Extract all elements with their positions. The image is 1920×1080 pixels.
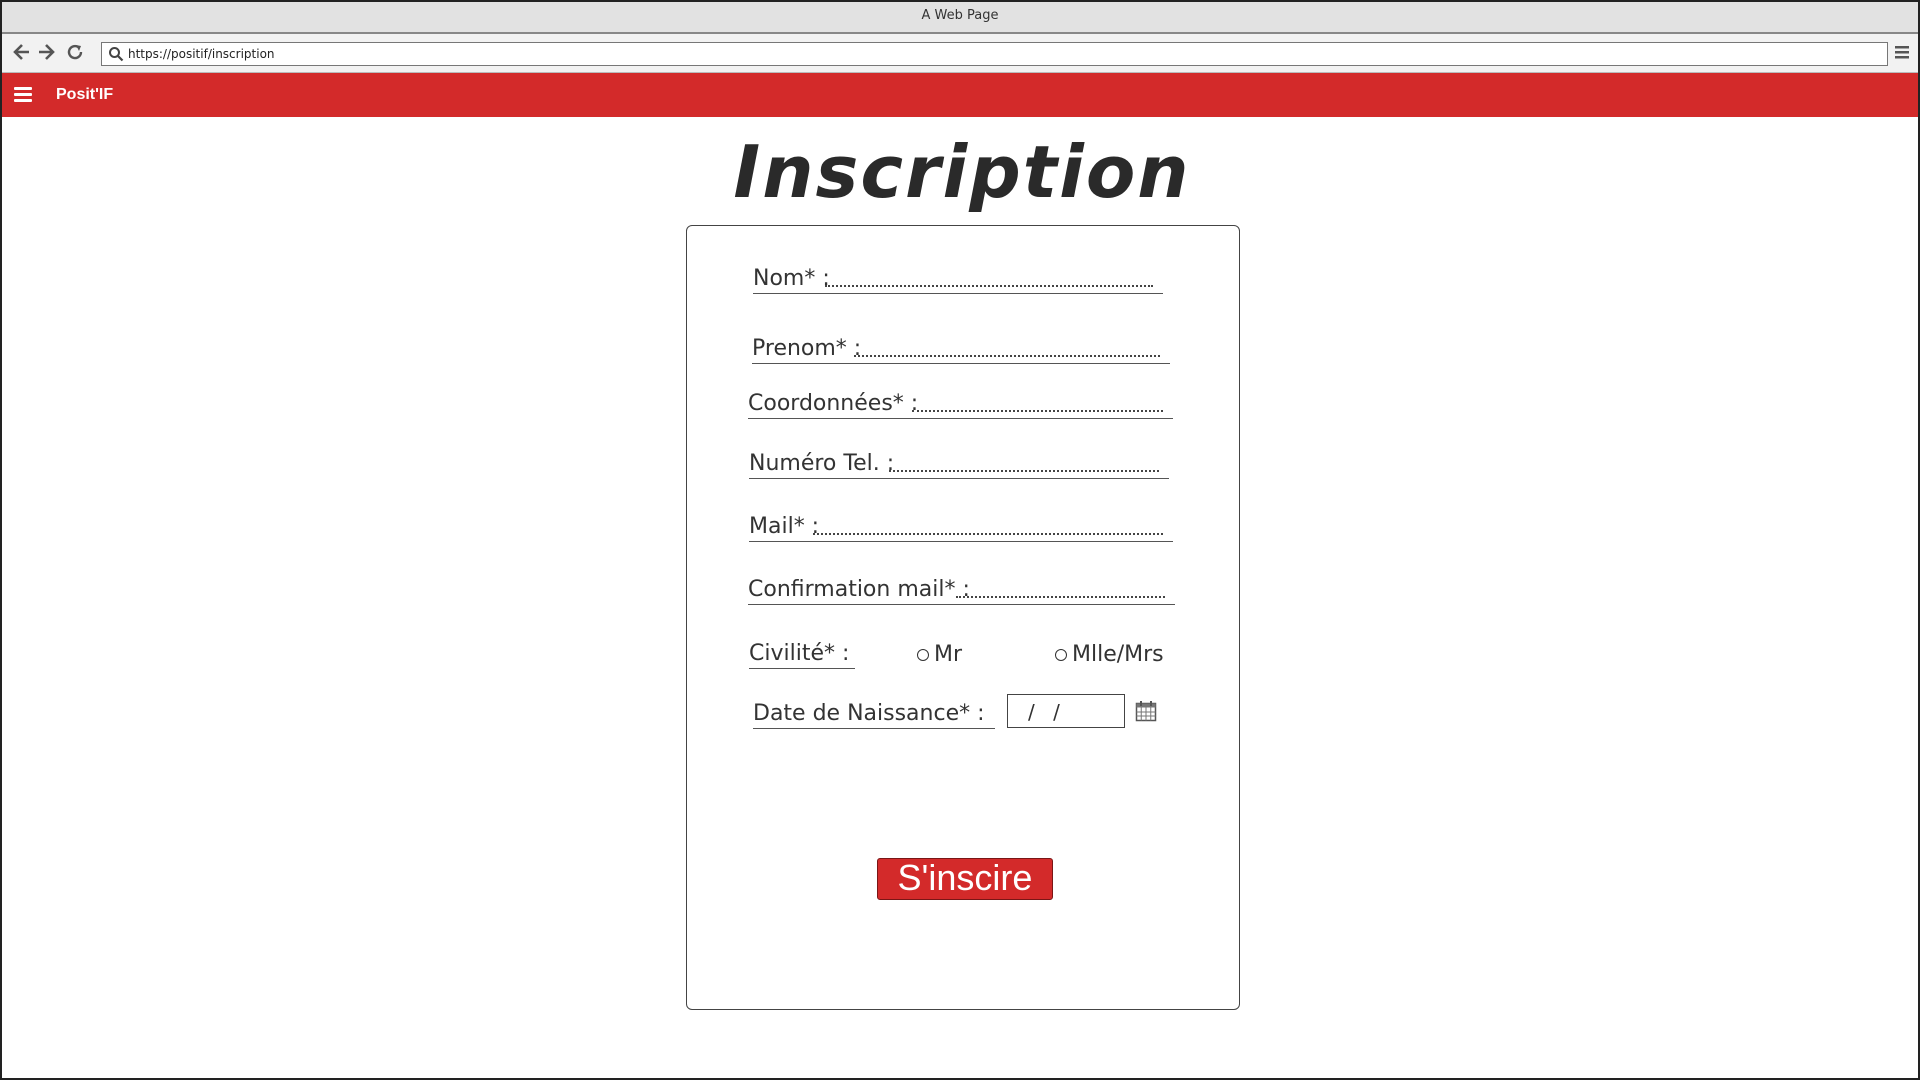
- prenom-label: Prenom* :: [752, 336, 862, 361]
- confirmation-mail-label: Confirmation mail* :: [748, 577, 970, 602]
- sinscrire-button[interactable]: S'inscire: [877, 858, 1053, 900]
- nom-field[interactable]: Nom* :: [753, 261, 1163, 294]
- telephone-field[interactable]: Numéro Tel. :: [749, 446, 1169, 479]
- window-title: A Web Page: [921, 8, 999, 23]
- brand-logo-text[interactable]: Posit'IF: [56, 73, 113, 117]
- birthdate-input[interactable]: / /: [1007, 694, 1125, 728]
- browser-toolbar: https://positif/inscription: [2, 34, 1918, 73]
- radio-mlle-mrs[interactable]: Mlle/Mrs: [1055, 642, 1164, 667]
- radio-circle-icon: [1055, 648, 1067, 661]
- confirmation-mail-field[interactable]: Confirmation mail* :: [748, 572, 1175, 605]
- radio-circle-icon: [917, 648, 929, 661]
- coordonnees-label: Coordonnées* :: [748, 391, 919, 416]
- browser-menu-icon[interactable]: [1892, 42, 1912, 62]
- address-bar[interactable]: https://positif/inscription: [101, 42, 1888, 66]
- reload-button[interactable]: [63, 40, 87, 64]
- mail-label: Mail* :: [749, 514, 820, 539]
- mail-field[interactable]: Mail* :: [749, 509, 1173, 542]
- back-button[interactable]: [10, 40, 34, 64]
- url-text: https://positif/inscription: [128, 47, 275, 61]
- window-title-bar: A Web Page: [2, 2, 1918, 34]
- registration-form: Nom* : Prenom* : Coordonnées* : Numéro T…: [686, 225, 1240, 1010]
- radio-mlle-mrs-label: Mlle/Mrs: [1072, 642, 1164, 667]
- page-title: Inscription: [733, 130, 1191, 214]
- search-icon: [109, 47, 124, 62]
- nom-label: Nom* :: [753, 266, 830, 291]
- prenom-field[interactable]: Prenom* :: [752, 331, 1170, 364]
- radio-mr[interactable]: Mr: [917, 642, 962, 667]
- radio-mr-label: Mr: [934, 642, 963, 667]
- reload-icon: [67, 44, 83, 60]
- arrow-left-icon: [13, 44, 29, 60]
- arrow-right-icon: [39, 44, 55, 60]
- hamburger-menu-icon[interactable]: [14, 87, 32, 103]
- civility-label: Civilité* :: [749, 636, 855, 669]
- app-header: Posit'IF: [2, 73, 1918, 117]
- calendar-icon[interactable]: [1135, 700, 1157, 722]
- telephone-label: Numéro Tel. :: [749, 451, 895, 476]
- forward-button[interactable]: [34, 40, 58, 64]
- browser-window: A Web Page https://positif/inscription P…: [0, 0, 1920, 1080]
- birthdate-label: Date de Naissance* :: [753, 696, 995, 729]
- coordonnees-field[interactable]: Coordonnées* :: [748, 386, 1173, 419]
